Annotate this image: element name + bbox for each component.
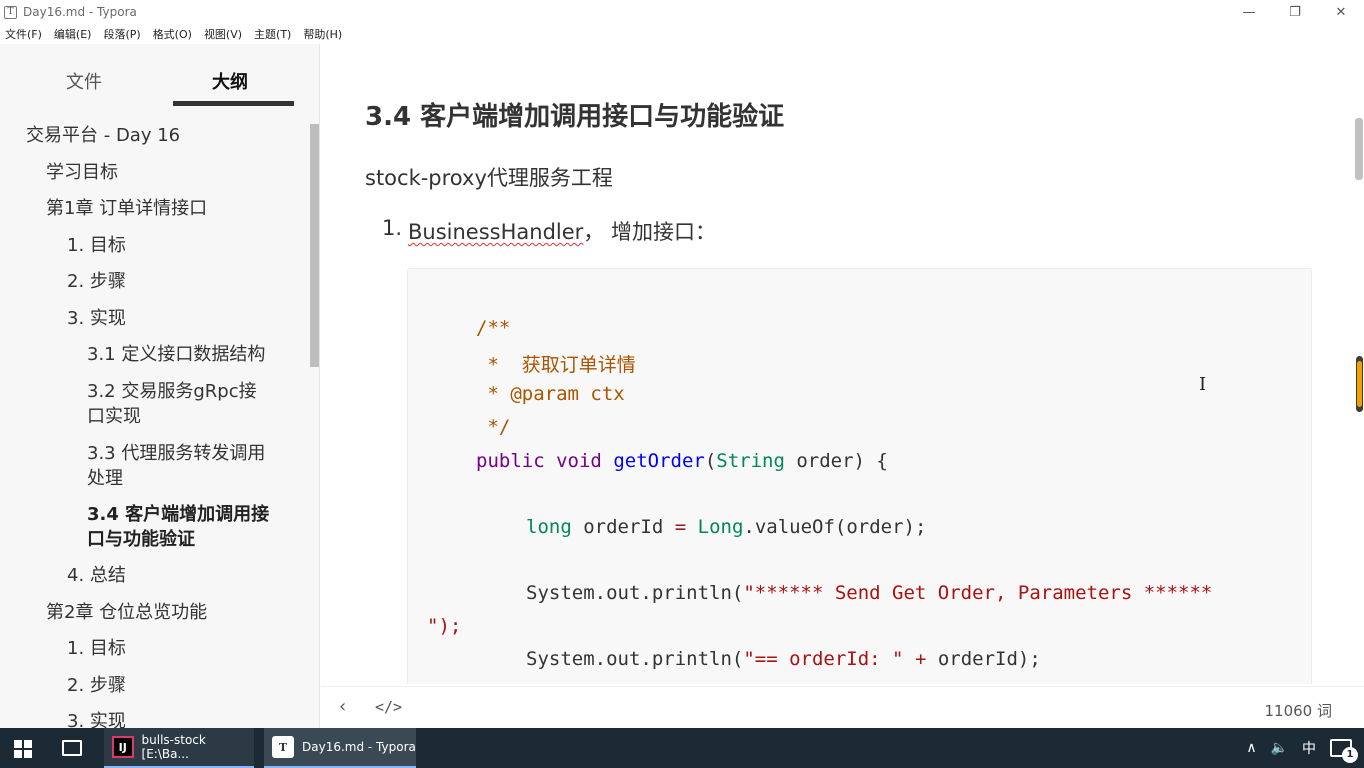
task-view-icon[interactable] [62, 740, 82, 756]
code-string: "****** Send Get Order, Parameters *****… [743, 582, 1213, 604]
outline-item[interactable]: 第1章 订单详情接口 [46, 197, 207, 221]
menu-theme[interactable]: 主题(T) [254, 26, 291, 42]
active-tab-indicator [173, 101, 294, 106]
code-comment: * @param ctx [476, 383, 625, 405]
restore-button[interactable]: ❐ [1272, 0, 1318, 24]
minimize-button[interactable]: — [1226, 0, 1272, 24]
tab-outline[interactable]: 大纲 [212, 68, 248, 94]
ime-indicator[interactable]: 中 [1302, 738, 1316, 758]
taskbar-typora[interactable]: T Day16.md - Typora [264, 728, 416, 768]
taskbar-item-label: bulls-stock [E:\Ba... [141, 733, 206, 761]
menu-edit[interactable]: 编辑(E) [54, 26, 92, 42]
outline-item[interactable]: 第2章 仓位总览功能 [46, 601, 207, 625]
code-keyword: void [556, 450, 602, 472]
title-bar: T Day16.md - Typora — ❐ ✕ [0, 0, 1364, 24]
outline-item[interactable]: 2. 步骤 [67, 674, 126, 698]
typora-window: T Day16.md - Typora — ❐ ✕ 文件(F) 编辑(E) 段落… [0, 0, 1364, 768]
code-line-println-1: System.out.println("****** Send Get Orde… [526, 582, 1212, 604]
outline-item[interactable]: 3.1 定义接口数据结构 [87, 343, 265, 367]
list-item-text: ， 增加接口： [583, 220, 716, 244]
tray-expand-icon[interactable]: ∧ [1246, 740, 1256, 756]
outline-item[interactable]: 3. 实现 [67, 710, 126, 728]
close-button[interactable]: ✕ [1318, 0, 1364, 24]
outline-item[interactable]: 3. 实现 [67, 307, 126, 331]
typora-icon: T [272, 736, 294, 758]
taskbar-intellij[interactable]: IJ bulls-stock [E:\Ba... [104, 728, 254, 768]
taskbar: IJ bulls-stock [E:\Ba... T Day16.md - Ty… [0, 728, 1364, 768]
code-line-signature: public void getOrder(String order) { [476, 450, 888, 472]
outline-item[interactable]: 3.3 代理服务转发调用 [87, 442, 265, 466]
code-text: System.out.println( [526, 648, 744, 670]
tab-files[interactable]: 文件 [66, 68, 102, 94]
notification-badge: 1 [1342, 747, 1358, 763]
outline-item[interactable]: 1. 目标 [67, 234, 126, 258]
code-text: orderId); [937, 648, 1041, 670]
outline-item[interactable]: 3.2 交易服务gRpc接 [87, 380, 257, 404]
section-heading[interactable]: 3.4 客户端增加调用接口与功能验证 [365, 96, 784, 133]
editor-scrollbar[interactable] [1355, 118, 1363, 180]
outline-item-doc-title[interactable]: 交易平台 - Day 16 [26, 124, 180, 148]
outline-item[interactable]: 2. 步骤 [67, 270, 126, 294]
code-text: order) { [784, 450, 888, 472]
sidebar-tabs: 文件 大纲 [0, 44, 319, 110]
code-line-wrapped: "); [427, 615, 462, 637]
paragraph[interactable]: stock-proxy代理服务工程 [365, 162, 613, 192]
windows-start-icon[interactable] [14, 740, 32, 758]
code-block[interactable]: /** * 获取订单详情 * @param ctx */ public void… [407, 268, 1312, 684]
menu-format[interactable]: 格式(O) [153, 26, 192, 42]
window-title: Day16.md - Typora [23, 5, 137, 19]
outline-item[interactable]: 1. 目标 [67, 637, 126, 661]
outline-item-continued[interactable]: 口实现 [87, 405, 141, 429]
code-function-name: getOrder [613, 450, 705, 472]
outline-item-continued[interactable]: 处理 [87, 467, 123, 491]
sidebar: 文件 大纲 交易平台 - Day 16 学习目标 第1章 订单详情接口 1. 目… [0, 44, 320, 728]
code-text: System.out.println( [526, 582, 744, 604]
code-type: long [526, 516, 572, 538]
code-comment: /** [476, 317, 511, 339]
outline-item-active[interactable]: 3.4 客户端增加调用接 [87, 503, 269, 527]
status-bar: ‹ </> 11060 词 [321, 686, 1364, 728]
word-count[interactable]: 11060 词 [1265, 700, 1333, 721]
list-item[interactable]: BusinessHandler， 增加接口： [408, 216, 716, 246]
text-cursor-icon: I [1199, 374, 1207, 395]
notification-icon[interactable]: 1 [1330, 739, 1358, 763]
code-type: String [716, 450, 785, 472]
code-comment: * 获取订单详情 [476, 354, 636, 376]
list-number: 1. [382, 216, 403, 240]
editor-area[interactable]: 3.4 客户端增加调用接口与功能验证 stock-proxy代理服务工程 1. … [321, 44, 1364, 684]
side-grip-highlight [1357, 361, 1362, 407]
sidebar-scrollbar[interactable] [310, 124, 319, 367]
code-type: Long [697, 516, 744, 538]
code-operator: = [674, 516, 687, 538]
code-keyword: public [476, 450, 545, 472]
typora-app-icon: T [4, 5, 17, 19]
code-operator: + [903, 648, 938, 670]
system-tray: ∧ 🔈 中 1 [1246, 728, 1364, 768]
code-string: "== orderId: " [743, 648, 904, 670]
code-comment: */ [476, 416, 511, 438]
taskbar-item-label: Day16.md - Typora [302, 740, 416, 754]
menu-help[interactable]: 帮助(H) [303, 26, 342, 42]
menu-paragraph[interactable]: 段落(P) [103, 26, 140, 42]
misspelled-word[interactable]: BusinessHandler [408, 220, 583, 244]
menu-view[interactable]: 视图(V) [204, 26, 242, 42]
code-text: ( [704, 450, 717, 472]
code-text: .valueOf(order); [743, 516, 927, 538]
source-mode-icon[interactable]: </> [375, 698, 402, 716]
menu-file[interactable]: 文件(F) [5, 26, 42, 42]
outline-item-active-continued[interactable]: 口与功能验证 [87, 528, 195, 552]
toggle-sidebar-icon[interactable]: ‹ [339, 696, 346, 717]
intellij-icon: IJ [112, 736, 134, 758]
code-line-println-2: System.out.println("== orderId: " + orde… [526, 648, 1041, 670]
code-text: orderId [571, 516, 675, 538]
menu-bar: 文件(F) 编辑(E) 段落(P) 格式(O) 视图(V) 主题(T) 帮助(H… [0, 24, 1364, 44]
window-controls: — ❐ ✕ [1226, 0, 1364, 24]
outline-item[interactable]: 4. 总结 [67, 564, 126, 588]
volume-icon[interactable]: 🔈 [1271, 740, 1288, 756]
code-line-long: long orderId = Long.valueOf(order); [526, 516, 926, 538]
outline-item[interactable]: 学习目标 [46, 161, 118, 185]
